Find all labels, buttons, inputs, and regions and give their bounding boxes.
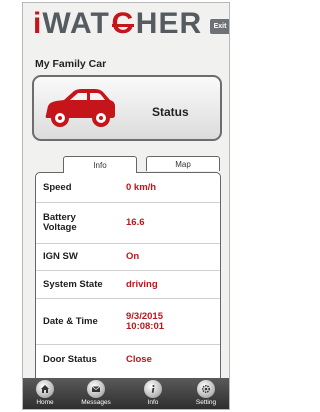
- logo-c-bar: [111, 24, 134, 27]
- logo-c-mark: C: [110, 7, 136, 41]
- tab-map[interactable]: Map: [146, 156, 220, 171]
- logo-text-2: HER: [135, 7, 203, 40]
- tab-info[interactable]: Info: [63, 156, 137, 173]
- info-row-ign-sw: IGN SW On: [36, 244, 220, 271]
- vehicle-info-panel: Speed 0 km/h Battery Voltage 16.6 IGN SW…: [35, 172, 221, 384]
- info-row-speed: Speed 0 km/h: [36, 173, 220, 203]
- app-logo: iWATCHER: [33, 7, 202, 43]
- row-label: Date & Time: [43, 315, 98, 327]
- bottom-tab-bar: Home Messages Info Setting: [23, 378, 229, 409]
- row-label: Battery Voltage: [43, 212, 77, 233]
- vehicle-name: My Family Car: [35, 58, 107, 70]
- row-label: Speed: [43, 181, 72, 193]
- info-row-date-time: Date & Time 9/3/2015 10:08:01: [36, 299, 220, 345]
- logo-prefix: i: [33, 7, 43, 40]
- settings-icon: [197, 380, 215, 398]
- row-value: 16.6: [126, 217, 145, 229]
- home-icon: [36, 380, 54, 398]
- row-value: On: [126, 251, 140, 263]
- tabbar-item-messages[interactable]: Messages: [75, 378, 117, 409]
- row-value: driving: [126, 278, 158, 290]
- tabbar-label: Setting: [195, 399, 217, 406]
- info-row-battery-voltage: Battery Voltage 16.6: [36, 203, 220, 244]
- exit-button[interactable]: Exit: [210, 19, 229, 34]
- row-value: 0 km/h: [126, 181, 157, 193]
- tabbar-item-setting[interactable]: Setting: [185, 378, 227, 409]
- info-icon: [144, 380, 162, 398]
- tabbar-item-home[interactable]: Home: [24, 378, 66, 409]
- tabbar-label: Messages: [81, 399, 111, 406]
- status-label: Status: [152, 105, 189, 119]
- car-icon: [45, 89, 115, 127]
- status-button[interactable]: Status: [32, 75, 222, 141]
- row-value: 9/3/2015 10:08:01: [126, 310, 165, 332]
- tabbar-item-info[interactable]: Info: [132, 378, 174, 409]
- info-row-door-status: Door Status Close: [36, 345, 220, 375]
- row-label: System State: [43, 278, 103, 290]
- messages-icon: [87, 380, 105, 398]
- logo-text-1: WAT: [42, 7, 110, 40]
- tabbar-label: Info: [147, 399, 159, 406]
- info-row-system-state: System State driving: [36, 271, 220, 299]
- row-value: Close: [126, 354, 152, 366]
- row-label: IGN SW: [43, 251, 78, 263]
- row-label: Door Status: [43, 354, 97, 366]
- app-screen: iWATCHER Exit My Family Car Status Info …: [22, 2, 230, 410]
- tabbar-label: Home: [36, 399, 54, 406]
